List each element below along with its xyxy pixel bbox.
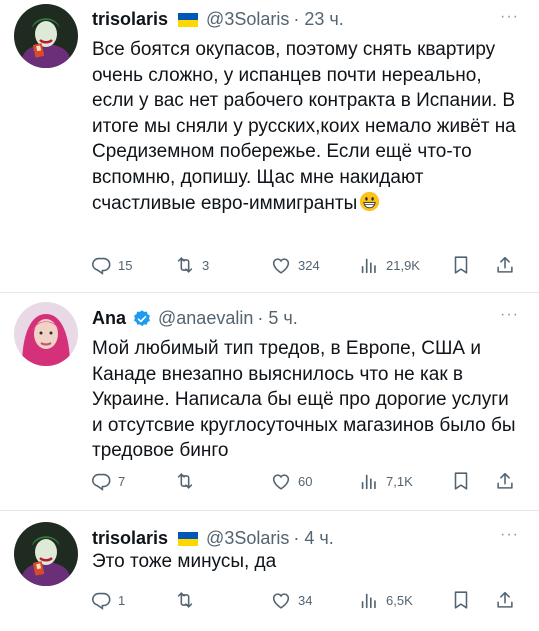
action-bar: 15 3 324 21,9K [90,254,522,278]
bookmark-button[interactable] [450,470,472,492]
tweet-header: trisolaris @3Solaris · 23 ч. [92,9,344,30]
views-chart-icon [358,470,380,492]
more-options-icon[interactable]: ··· [500,8,519,26]
repost-button[interactable] [174,470,196,492]
author-name[interactable]: trisolaris [92,528,168,549]
timestamp[interactable]: · 23 ч. [293,9,343,30]
like-button[interactable]: 324 [270,254,320,276]
views-button[interactable]: 21,9K [358,254,420,276]
repost-button[interactable]: 3 [174,254,209,276]
heart-icon [270,470,292,492]
tweet-text: Это тоже минусы, да [92,551,277,572]
tweet-text: Все боятся окупасов, поэтому снять кварт… [92,39,516,214]
tweet-header: trisolaris @3Solaris · 4 ч. [92,528,334,549]
like-button[interactable]: 60 [270,470,312,492]
share-icon [494,589,516,611]
share-button[interactable] [494,470,516,492]
heart-icon [270,254,292,276]
avatar[interactable] [14,4,78,68]
reply-icon [90,254,112,276]
grinning-face-emoji-icon [360,191,380,211]
repost-icon [174,589,196,611]
reply-button[interactable]: 1 [90,589,125,611]
ukraine-flag-icon [178,12,199,27]
reply-button[interactable]: 7 [90,470,125,492]
ukraine-flag-icon [178,531,199,546]
share-button[interactable] [494,254,516,276]
views-button[interactable]: 6,5K [358,589,413,611]
like-button[interactable]: 34 [270,589,312,611]
tweet-1[interactable]: trisolaris @3Solaris · 23 ч. ··· Все боя… [0,0,539,292]
author-handle[interactable]: @3Solaris [206,528,289,549]
avatar[interactable] [14,302,78,366]
views-button[interactable]: 7,1K [358,470,413,492]
author-handle[interactable]: @anaevalin [158,308,253,329]
more-options-icon[interactable]: ··· [500,526,519,544]
tweet-header: Ana @anaevalin · 5 ч. [92,308,298,329]
more-options-icon[interactable]: ··· [500,306,519,324]
repost-icon [174,470,196,492]
views-chart-icon [358,254,380,276]
heart-icon [270,589,292,611]
bookmark-icon [450,470,472,492]
author-name[interactable]: trisolaris [92,9,168,30]
bookmark-button[interactable] [450,254,472,276]
share-button[interactable] [494,589,516,611]
author-name[interactable]: Ana [92,308,126,329]
action-bar: 7 60 7,1K [90,470,522,494]
reply-icon [90,470,112,492]
avatar[interactable] [14,522,78,586]
repost-button[interactable] [174,589,196,611]
repost-icon [174,254,196,276]
action-bar: 1 34 6,5K [90,589,522,613]
share-icon [494,470,516,492]
bookmark-icon [450,254,472,276]
views-chart-icon [358,589,380,611]
bookmark-icon [450,589,472,611]
author-handle[interactable]: @3Solaris [206,9,289,30]
bookmark-button[interactable] [450,589,472,611]
reply-button[interactable]: 15 [90,254,132,276]
share-icon [494,254,516,276]
tweet-text: Мой любимый тип тредов, в Европе, США и … [92,338,516,462]
verified-badge-icon [134,309,150,326]
reply-icon [90,589,112,611]
timestamp[interactable]: · 5 ч. [257,308,297,329]
timestamp[interactable]: · 4 ч. [293,528,333,549]
